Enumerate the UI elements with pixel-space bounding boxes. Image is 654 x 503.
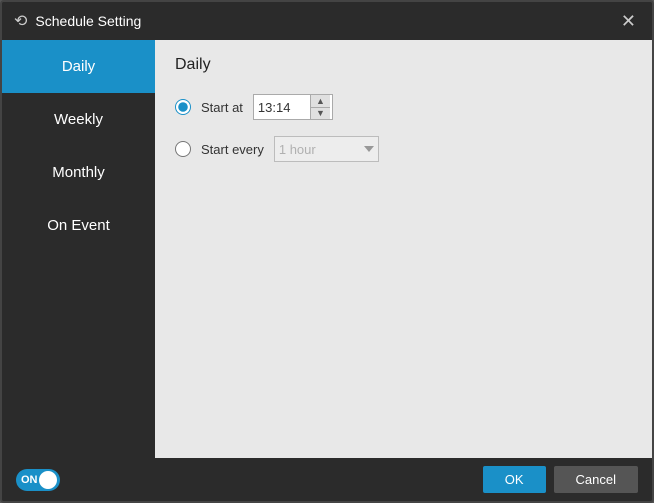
time-input-wrapper: ▲ ▼ — [253, 94, 333, 120]
title-bar: ⟲ Schedule Setting ✕ — [2, 2, 652, 40]
main-title: Daily — [175, 56, 632, 74]
start-at-label: Start at — [201, 100, 243, 115]
sidebar-item-on-event[interactable]: On Event — [2, 199, 155, 252]
sidebar: Daily Weekly Monthly On Event — [2, 40, 155, 458]
bottom-bar: ON OK Cancel — [2, 458, 652, 501]
sidebar-item-daily[interactable]: Daily — [2, 40, 155, 93]
toggle-knob — [39, 471, 57, 489]
schedule-icon: ⟲ — [14, 11, 27, 31]
start-every-row: Start every 1 hour 2 hours 4 hours 6 hou… — [175, 136, 632, 162]
schedule-dialog: ⟲ Schedule Setting ✕ Daily Weekly Monthl… — [0, 0, 654, 503]
toggle-label: ON — [21, 474, 38, 486]
start-every-radio[interactable] — [175, 141, 191, 157]
start-every-label: Start every — [201, 142, 264, 157]
cancel-button[interactable]: Cancel — [554, 466, 638, 493]
start-at-radio[interactable] — [175, 99, 191, 115]
spin-up-button[interactable]: ▲ — [311, 95, 330, 108]
on-off-toggle[interactable]: ON — [16, 469, 60, 491]
sidebar-item-weekly[interactable]: Weekly — [2, 93, 155, 146]
main-content: Daily Start at ▲ ▼ Start every 1 ho — [155, 40, 652, 458]
close-button[interactable]: ✕ — [617, 10, 640, 32]
start-at-row: Start at ▲ ▼ — [175, 94, 632, 120]
button-group: OK Cancel — [483, 466, 638, 493]
hour-select[interactable]: 1 hour 2 hours 4 hours 6 hours 12 hours — [274, 136, 379, 162]
content-area: Daily Weekly Monthly On Event Daily Star… — [2, 40, 652, 458]
dialog-title: Schedule Setting — [35, 13, 141, 29]
toggle-wrapper: ON — [16, 469, 60, 491]
sidebar-item-monthly[interactable]: Monthly — [2, 146, 155, 199]
spin-down-button[interactable]: ▼ — [311, 108, 330, 120]
spin-buttons: ▲ ▼ — [310, 95, 330, 119]
ok-button[interactable]: OK — [483, 466, 546, 493]
time-input[interactable] — [254, 95, 310, 119]
